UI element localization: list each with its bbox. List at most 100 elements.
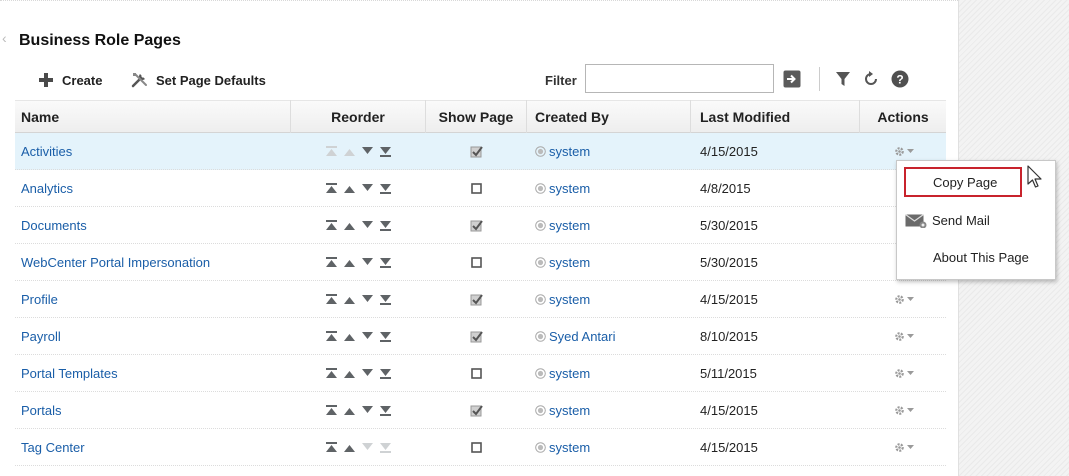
set-page-defaults-button[interactable]: Set Page Defaults	[130, 71, 266, 89]
actions-menu-button[interactable]	[893, 404, 914, 417]
page-name-link[interactable]: Analytics	[21, 181, 73, 196]
move-down-icon[interactable]	[361, 146, 374, 157]
user-link[interactable]: system	[535, 181, 590, 196]
table-row[interactable]: Tag Center system 4/15/2015	[15, 429, 946, 466]
unchecked-checkbox-icon[interactable]	[470, 441, 483, 454]
help-icon[interactable]: ?	[891, 70, 909, 88]
move-down-icon[interactable]	[361, 257, 374, 268]
mouse-cursor-icon	[1027, 165, 1042, 188]
move-up-icon[interactable]	[343, 442, 356, 453]
go-arrow-icon[interactable]	[783, 70, 801, 88]
move-bottom-icon[interactable]	[379, 146, 392, 157]
menu-item-copy-page[interactable]: Copy Page	[904, 167, 1022, 197]
menu-item-send-mail[interactable]: Send Mail	[897, 206, 1055, 234]
page-name-link[interactable]: Tag Center	[21, 440, 85, 455]
move-down-icon[interactable]	[361, 220, 374, 231]
move-down-icon[interactable]	[361, 368, 374, 379]
collapse-handle-icon[interactable]: ‹	[2, 30, 7, 46]
unchecked-checkbox-icon[interactable]	[470, 182, 483, 195]
funnel-icon[interactable]	[834, 70, 852, 88]
page-name-link[interactable]: Profile	[21, 292, 58, 307]
actions-menu-button[interactable]	[893, 441, 914, 454]
move-bottom-icon[interactable]	[379, 220, 392, 231]
unchecked-checkbox-icon[interactable]	[470, 256, 483, 269]
move-top-icon[interactable]	[325, 404, 338, 416]
move-down-icon[interactable]	[361, 183, 374, 194]
reorder-controls	[325, 182, 392, 194]
move-top-icon[interactable]	[325, 441, 338, 453]
actions-menu-button[interactable]	[893, 367, 914, 380]
move-top-icon[interactable]	[325, 330, 338, 342]
move-up-icon[interactable]	[343, 294, 356, 305]
cell-last-modified: 8/10/2015	[700, 328, 758, 344]
table-row[interactable]: Profile system 4/15/2015	[15, 281, 946, 318]
move-top-icon[interactable]	[325, 256, 338, 268]
column-header-name[interactable]: Name	[15, 100, 291, 133]
checked-checkbox-icon[interactable]	[470, 404, 483, 417]
table-row[interactable]: Activities system 4/15/2015	[15, 133, 946, 170]
checked-checkbox-icon[interactable]	[470, 219, 483, 232]
user-link[interactable]: system	[535, 366, 590, 381]
table-row[interactable]: Analytics system 4/8/2015	[15, 170, 946, 207]
cell-reorder	[291, 355, 426, 392]
page-name-link[interactable]: Portals	[21, 403, 61, 418]
cell-created-by: Syed Antari	[527, 318, 691, 355]
checked-checkbox-icon[interactable]	[470, 330, 483, 343]
checked-checkbox-icon[interactable]	[470, 145, 483, 158]
column-header-created-by[interactable]: Created By	[527, 100, 691, 133]
page-name-link[interactable]: Payroll	[21, 329, 61, 344]
actions-menu-button[interactable]	[893, 330, 914, 343]
page-name-link[interactable]: Documents	[21, 218, 87, 233]
move-top-icon	[326, 145, 337, 156]
table-row[interactable]: Payroll Syed Antari 8/10/2015	[15, 318, 946, 355]
move-top-icon[interactable]	[325, 182, 338, 194]
filter-input[interactable]	[585, 64, 774, 93]
page-title: Business Role Pages	[19, 32, 181, 49]
table-row[interactable]: Portal Templates system 5/11/2015	[15, 355, 946, 392]
user-link[interactable]: system	[535, 218, 590, 233]
move-bottom-icon[interactable]	[379, 368, 392, 379]
actions-menu-button[interactable]	[893, 145, 914, 158]
plus-icon	[36, 70, 56, 90]
move-up-icon[interactable]	[343, 331, 356, 342]
move-up-icon[interactable]	[343, 368, 356, 379]
cell-name: Payroll	[15, 318, 291, 355]
move-bottom-icon[interactable]	[379, 294, 392, 305]
move-bottom-icon[interactable]	[379, 331, 392, 342]
cell-actions	[860, 281, 946, 318]
table-row[interactable]: WebCenter Portal Impersonation system 5/30…	[15, 244, 946, 281]
create-button[interactable]: Create	[36, 71, 102, 89]
page-name-link[interactable]: Activities	[21, 144, 72, 159]
user-link[interactable]: system	[535, 144, 590, 159]
user-link[interactable]: system	[535, 440, 590, 455]
user-link[interactable]: system	[535, 403, 590, 418]
cell-actions	[860, 318, 946, 355]
move-up-icon[interactable]	[343, 257, 356, 268]
move-top-icon[interactable]	[325, 367, 338, 379]
column-header-last-modified[interactable]: Last Modified	[691, 100, 860, 133]
column-header-show-page[interactable]: Show Page	[426, 100, 527, 133]
actions-menu-button[interactable]	[893, 293, 914, 306]
move-bottom-icon[interactable]	[379, 405, 392, 416]
page-name-link[interactable]: WebCenter Portal Impersonation	[21, 255, 210, 270]
move-down-icon[interactable]	[361, 405, 374, 416]
move-top-icon[interactable]	[325, 293, 338, 305]
move-up-icon[interactable]	[343, 220, 356, 231]
user-link[interactable]: Syed Antari	[535, 329, 616, 344]
refresh-icon[interactable]	[862, 70, 880, 88]
table-row[interactable]: Portals system 4/15/2015	[15, 392, 946, 429]
move-up-icon[interactable]	[343, 183, 356, 194]
menu-item-about-this-page[interactable]: About This Page	[897, 243, 1055, 271]
move-bottom-icon[interactable]	[379, 183, 392, 194]
move-up-icon[interactable]	[343, 405, 356, 416]
user-link[interactable]: system	[535, 255, 590, 270]
user-link[interactable]: system	[535, 292, 590, 307]
checked-checkbox-icon[interactable]	[470, 293, 483, 306]
move-bottom-icon[interactable]	[379, 257, 392, 268]
table-row[interactable]: Documents system 5/30/2015	[15, 207, 946, 244]
move-top-icon[interactable]	[325, 219, 338, 231]
move-down-icon[interactable]	[361, 294, 374, 305]
move-down-icon[interactable]	[361, 331, 374, 342]
page-name-link[interactable]: Portal Templates	[21, 366, 118, 381]
unchecked-checkbox-icon[interactable]	[470, 367, 483, 380]
